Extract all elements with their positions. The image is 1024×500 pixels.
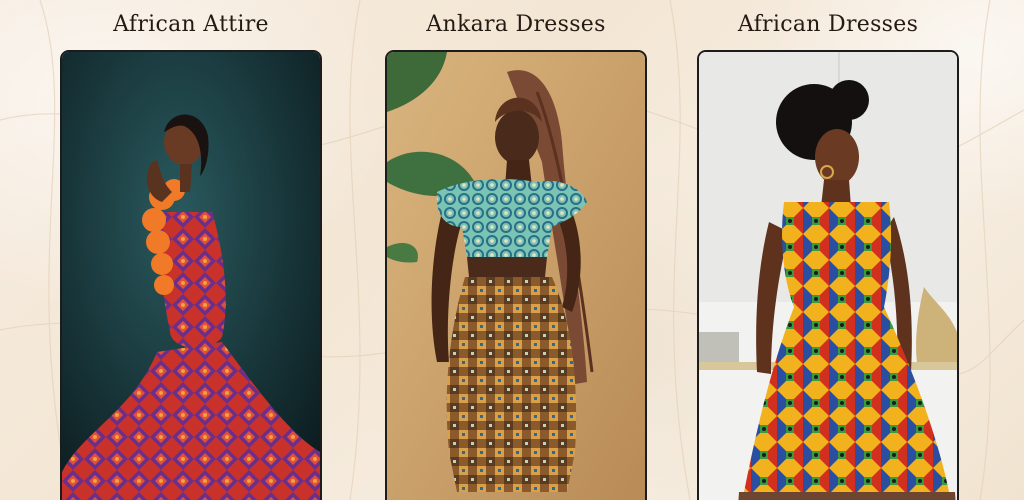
category-image-card[interactable] xyxy=(60,50,322,500)
category-title: Ankara Dresses xyxy=(426,12,606,37)
woman-in-kente-halter-dress-photo xyxy=(699,52,957,500)
woman-in-ankara-crop-top-and-skirt-photo xyxy=(387,52,645,500)
woman-in-orange-mermaid-gown-photo xyxy=(62,52,320,500)
category-image-card[interactable] xyxy=(385,50,647,500)
category-title: African Attire xyxy=(113,12,269,37)
category-image-card[interactable] xyxy=(697,50,959,500)
category-title: African Dresses xyxy=(737,12,919,37)
